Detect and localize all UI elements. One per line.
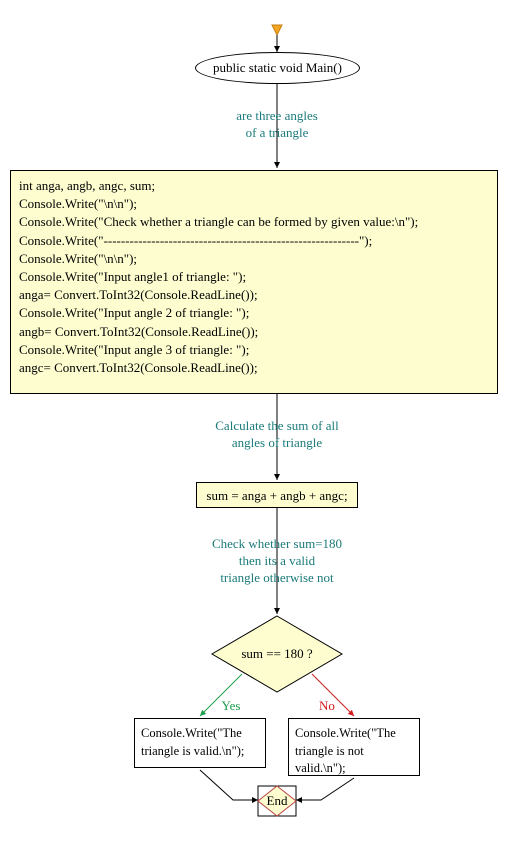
start-label: public static void Main() (213, 60, 342, 76)
end-node: End (257, 793, 297, 809)
branch-yes-label: Yes (216, 698, 246, 715)
sum-expression-box: sum = anga + angb + angc; (196, 482, 358, 508)
result-valid-box: Console.Write("The triangle is valid.\n"… (134, 718, 266, 768)
flowchart-canvas: public static void Main() are three angl… (0, 0, 508, 849)
start-node: public static void Main() (195, 52, 360, 84)
result-invalid-box: Console.Write("The triangle is not valid… (288, 718, 420, 776)
edge-label-input: are three angles of a triangle (215, 108, 339, 142)
edge-label-check: Check whether sum=180 then its a valid t… (198, 536, 356, 587)
edge-label-sum: Calculate the sum of all angles of trian… (200, 418, 354, 452)
decision-node: sum == 180 ? (222, 646, 332, 662)
branch-no-label: No (312, 698, 342, 715)
code-block-input: int anga, angb, angc, sum; Console.Write… (10, 170, 498, 394)
